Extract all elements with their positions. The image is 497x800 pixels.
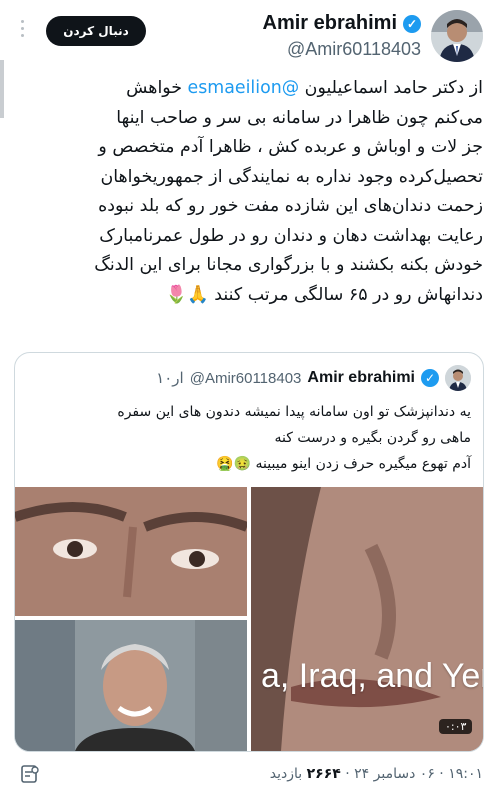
tweet-line: تحصیل‌کرده وجود نداره به نمایندگی از جمه… — [100, 166, 483, 187]
tweet-meta: ۱۹:۰۱ · ۰۶ دسامبر ۲۴ · ۲۶۶۴ بازدید — [270, 766, 483, 782]
quoted-line: ماهی رو گردن بگیره و درست کنه — [274, 430, 472, 446]
media-image-eyes[interactable] — [15, 487, 247, 616]
more-options-icon[interactable] — [14, 20, 30, 40]
quoted-line: یه دندانپزشک تو اون سامانه پیدا نمیشه دن… — [117, 404, 471, 420]
quoted-tweet-header: ۱۰ار @Amir60118403 Amir ebrahimi ✓ — [156, 365, 471, 391]
quoted-author-handle: @Amir60118403 — [189, 369, 302, 387]
tweet-text-segment: خواهش — [126, 78, 188, 98]
quoted-line: آدم تهوع میگیره حرف زدن اینو میبینه 🤢🤮 — [216, 456, 471, 472]
tweet-line: دندانهاش رو در ۶۵ سالگی مرتب کنند 🙏🌷 — [165, 284, 483, 305]
quoted-tweet[interactable]: ۱۰ار @Amir60118403 Amir ebrahimi ✓ یه دن… — [14, 352, 484, 752]
quoted-author-avatar — [445, 365, 471, 391]
video-caption: a, Iraq, and Yen — [261, 657, 483, 695]
media-image-portrait[interactable] — [15, 620, 247, 751]
tweet-date: ۰۶ دسامبر ۲۴ — [354, 766, 435, 782]
author-name[interactable]: Amir ebrahimi — [263, 12, 397, 35]
quoted-media-grid[interactable]: a, Iraq, and Yen ۰:۰۳ — [15, 487, 483, 751]
quoted-tweet-body: یه دندانپزشک تو اون سامانه پیدا نمیشه دن… — [25, 399, 471, 477]
scroll-indicator — [0, 60, 4, 118]
follow-button[interactable]: دنبال کردن — [46, 16, 146, 46]
tweet-text-segment: از دکتر حامد اسماعیلیون — [299, 78, 483, 98]
view-count: ۲۶۶۴ — [306, 766, 341, 782]
quoted-author-name: Amir ebrahimi — [307, 369, 415, 386]
author-handle[interactable]: @Amir60118403 — [263, 39, 421, 60]
tweet-line: خودش بکنه بکشند و با بزرگواری مجانا برای… — [94, 255, 483, 275]
author-avatar[interactable] — [431, 10, 483, 62]
verified-badge-icon: ✓ — [421, 369, 439, 387]
analytics-icon[interactable] — [20, 764, 40, 784]
tweet-time: ۱۹:۰۱ — [448, 766, 483, 782]
tweet-line: رعایت بهداشت دهان و دندان رو در طول عمرن… — [99, 225, 483, 246]
video-duration: ۰:۰۳ — [439, 719, 473, 734]
tweet-body: از دکتر حامد اسماعیلیون @esmaeilion خواه… — [10, 74, 483, 310]
tweet-line: می‌کنم چون ظاهرا در سامانه بی سر و صاحب … — [116, 107, 483, 128]
author-name-row[interactable]: Amir ebrahimi ✓ — [263, 12, 421, 35]
separator: · — [345, 766, 350, 782]
tweet-author[interactable]: Amir ebrahimi ✓ @Amir60118403 — [263, 12, 421, 60]
tweet-line: جز لات و اوباش و عربده کش ، ظاهرا آدم مت… — [98, 137, 483, 157]
tweet-line: زحمت دندان‌های این شازده مفت خور رو که ب… — [98, 196, 483, 216]
views-label: بازدید — [269, 766, 303, 782]
separator: · — [439, 766, 444, 782]
media-video-thumbnail[interactable]: a, Iraq, and Yen ۰:۰۳ — [251, 487, 483, 751]
mention-link[interactable]: @esmaeilion — [188, 78, 300, 98]
tweet-line: از دکتر حامد اسماعیلیون @esmaeilion خواه… — [10, 74, 483, 104]
tweet-footer: ۱۹:۰۱ · ۰۶ دسامبر ۲۴ · ۲۶۶۴ بازدید — [20, 764, 483, 786]
quoted-time: ۱۰ار — [156, 370, 184, 387]
verified-badge-icon: ✓ — [403, 14, 421, 33]
